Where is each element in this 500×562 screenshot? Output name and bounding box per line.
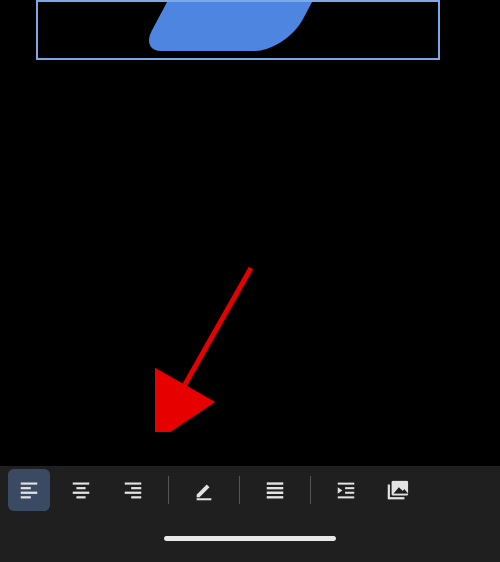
- align-right-button[interactable]: [112, 469, 154, 511]
- indent-button[interactable]: [325, 469, 367, 511]
- line-spacing-icon: [264, 479, 286, 501]
- image-stack-icon: [386, 479, 410, 501]
- align-left-icon: [18, 479, 40, 501]
- toolbar-separator: [310, 476, 311, 504]
- format-toolbar: [0, 466, 500, 514]
- align-center-button[interactable]: [60, 469, 102, 511]
- system-nav-area: [0, 514, 500, 562]
- align-right-icon: [122, 479, 144, 501]
- align-left-button[interactable]: [8, 469, 50, 511]
- insert-image-button[interactable]: [377, 469, 419, 511]
- highlight-button[interactable]: [183, 469, 225, 511]
- home-indicator[interactable]: [164, 536, 336, 541]
- toolbar-separator: [168, 476, 169, 504]
- indent-icon: [335, 479, 357, 501]
- selected-object-frame[interactable]: [36, 0, 440, 60]
- pencil-icon: [193, 479, 215, 501]
- toolbar-separator: [239, 476, 240, 504]
- document-canvas[interactable]: [0, 0, 500, 466]
- blue-art-shape: [141, 0, 355, 51]
- line-spacing-button[interactable]: [254, 469, 296, 511]
- annotation-arrow: [155, 262, 265, 432]
- align-center-icon: [70, 479, 92, 501]
